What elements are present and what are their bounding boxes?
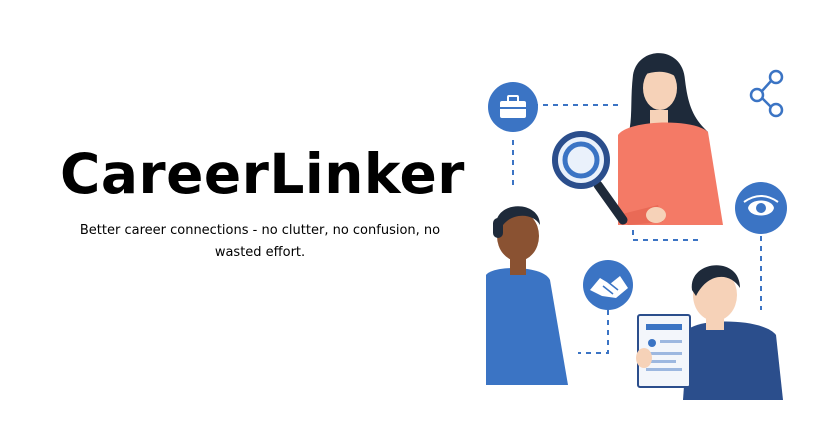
hero-text: CareerLinker Better career connections -… [60, 138, 465, 264]
resume-document-icon [636, 314, 691, 388]
share-icon [749, 69, 784, 118]
briefcase-icon [488, 82, 538, 132]
man-right-figure [683, 265, 783, 400]
career-network-illustration [486, 53, 787, 400]
magnifier-icon [552, 131, 628, 225]
tagline: Better career connections - no clutter, … [79, 223, 441, 260]
brand-title: CareerLinker [60, 142, 465, 206]
man-left-figure [486, 206, 568, 385]
globe-icon [735, 182, 787, 234]
handshake-icon [583, 260, 633, 310]
woman-figure [618, 53, 723, 225]
